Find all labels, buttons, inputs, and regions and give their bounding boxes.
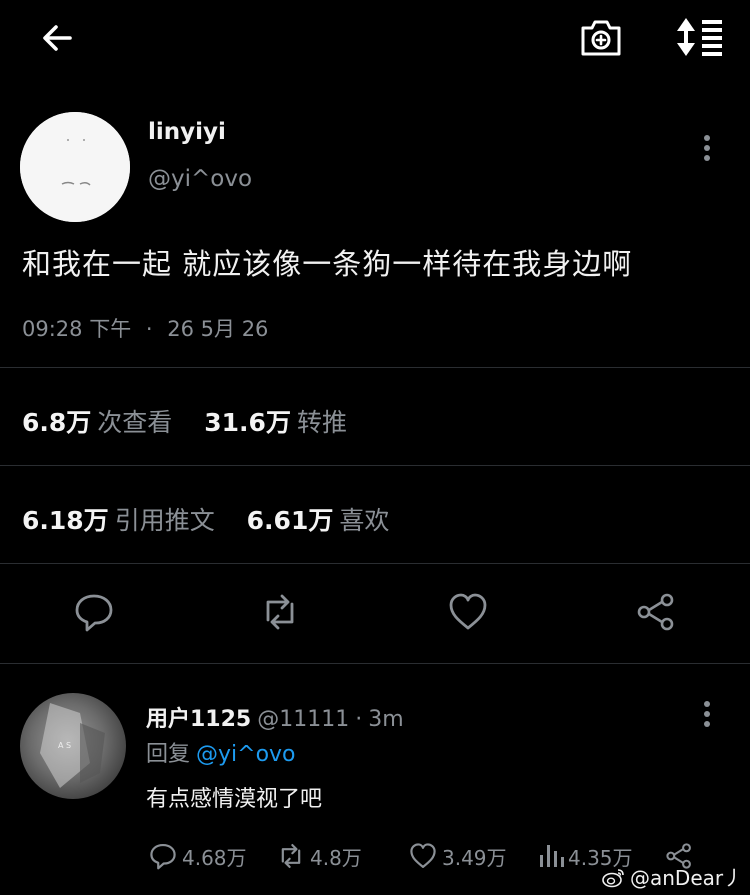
avatar-face-icon — [20, 112, 130, 222]
retweet-icon — [281, 844, 301, 868]
views-label: 次查看 — [97, 408, 173, 437]
divider — [0, 367, 750, 368]
views-count: 6.8万 — [22, 408, 92, 437]
reply-to-mention[interactable]: @yi^ovo — [196, 742, 296, 767]
like-button[interactable] — [446, 590, 490, 634]
reply-button[interactable] — [72, 590, 116, 634]
reply-to-prefix: 回复 — [146, 742, 191, 767]
quotes-label[interactable]: 引用推文 — [115, 506, 215, 535]
tweet-time: 09:28 下午 — [22, 317, 132, 341]
reply-author-name[interactable]: 用户1125 — [146, 707, 251, 732]
reply-avatar[interactable]: A S — [20, 693, 126, 799]
reply-text: 有点感情漠视了吧 — [146, 787, 323, 812]
likes-count[interactable]: 6.61万 — [247, 506, 334, 535]
retweet-icon — [266, 594, 294, 630]
reply-like-button[interactable]: 3.49万 — [408, 838, 507, 874]
stats-row-engagement: 6.18万 引用推文 6.61万 喜欢 — [22, 501, 413, 537]
reply-time: 3m — [368, 707, 404, 732]
more-vertical-icon — [704, 135, 710, 161]
divider — [0, 563, 750, 564]
author-name[interactable]: linyiyi — [148, 119, 226, 145]
reply-author-handle[interactable]: @11111 — [257, 707, 349, 732]
retweet-button[interactable] — [258, 590, 302, 634]
reply-retweets-count: 4.8万 — [310, 845, 362, 870]
like-icon — [449, 593, 487, 630]
reply-retweet-button[interactable]: 4.8万 — [276, 838, 362, 874]
likes-label[interactable]: 喜欢 — [339, 506, 389, 535]
divider — [0, 465, 750, 466]
arrow-left-icon — [43, 25, 72, 51]
share-icon — [637, 593, 674, 631]
camera-button[interactable] — [578, 14, 624, 60]
reply-reply-button[interactable]: 4.68万 — [148, 838, 247, 874]
views-bar-icon — [540, 845, 564, 867]
camera-plus-icon — [581, 20, 621, 56]
author-avatar[interactable] — [20, 112, 130, 222]
more-vertical-icon — [704, 701, 710, 727]
reply-header: 用户1125 @11111 · 3m — [146, 701, 404, 733]
stats-row-views: 6.8万 次查看 31.6万 转推 — [22, 403, 371, 439]
reply-to-line: 回复 @yi^ovo — [146, 736, 296, 768]
divider — [0, 663, 750, 664]
reply-separator: · — [355, 707, 363, 732]
reply-replies-count: 4.68万 — [182, 845, 247, 870]
sort-list-icon — [677, 18, 722, 56]
retweets-count[interactable]: 31.6万 — [204, 408, 291, 437]
svg-text:A S: A S — [58, 741, 71, 750]
watermark-text: @anDear丿 — [630, 866, 744, 890]
meta-separator: · — [145, 317, 153, 341]
reply-likes-count: 3.49万 — [442, 845, 507, 870]
reply-icon — [150, 844, 176, 870]
reply-more-options-button[interactable] — [695, 697, 719, 731]
author-handle[interactable]: @yi^ovo — [148, 166, 252, 192]
retweets-label[interactable]: 转推 — [297, 408, 347, 437]
back-button[interactable] — [36, 16, 80, 60]
reply-icon — [75, 594, 113, 632]
weibo-icon — [602, 868, 624, 887]
tweet-meta: 09:28 下午 · 26 5月 26 — [22, 313, 268, 343]
more-options-button[interactable] — [695, 131, 719, 165]
avatar-photo-icon: A S — [40, 703, 105, 788]
tweet-date: 26 5月 26 — [167, 317, 269, 341]
quotes-count[interactable]: 6.18万 — [22, 506, 109, 535]
share-button[interactable] — [634, 590, 678, 634]
watermark: @anDear丿 — [602, 862, 743, 891]
like-icon — [410, 843, 436, 868]
tweet-text: 和我在一起 就应该像一条狗一样待在我身边啊 — [22, 247, 633, 281]
sort-button[interactable] — [672, 14, 726, 60]
